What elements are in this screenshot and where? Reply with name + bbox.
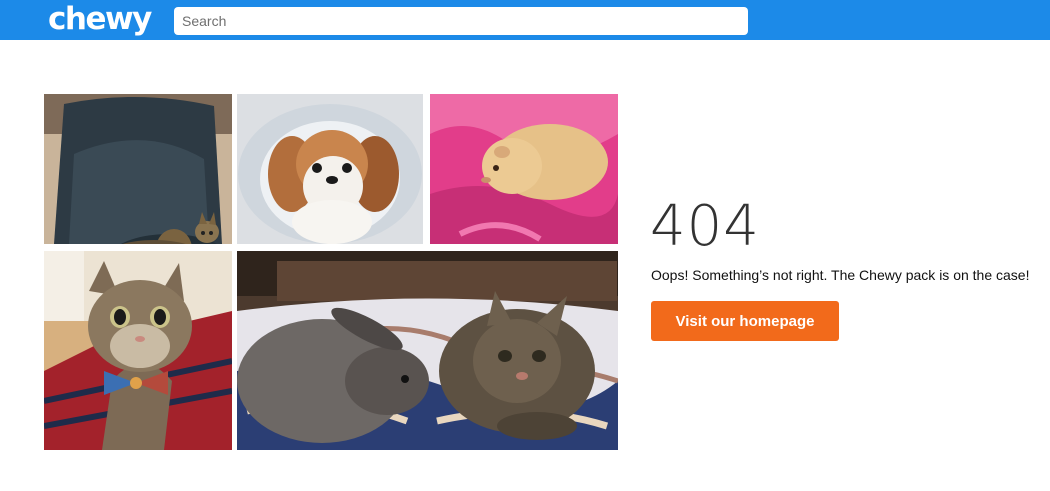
search-input[interactable]: [174, 7, 748, 35]
photo-shih-tzu: [237, 94, 423, 244]
top-header: chewy: [0, 0, 1050, 40]
visit-homepage-button[interactable]: Visit our homepage: [651, 301, 839, 341]
photo-cat-bow-tie: [44, 251, 232, 450]
chewy-logo[interactable]: chewy: [48, 0, 152, 40]
error-code: 404: [650, 194, 760, 259]
error-message: Oops! Something’s not right. The Chewy p…: [651, 267, 1030, 283]
photo-kitten-on-chair: [44, 94, 232, 244]
photo-guinea-pig: [430, 94, 618, 244]
photo-rabbit-and-cat: [237, 251, 618, 450]
